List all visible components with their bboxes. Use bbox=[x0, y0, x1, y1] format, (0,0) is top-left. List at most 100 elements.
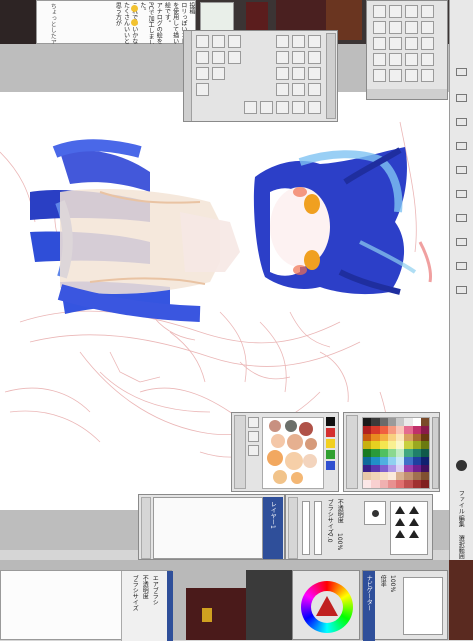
brush-tool-icon[interactable] bbox=[276, 83, 289, 96]
command-icon[interactable] bbox=[456, 118, 467, 126]
brush-tool-icon[interactable] bbox=[308, 67, 321, 80]
layer-panel: レイヤー1 bbox=[138, 494, 285, 560]
tool-icon[interactable] bbox=[389, 69, 402, 82]
swatch-grid[interactable] bbox=[362, 417, 430, 489]
emoji-icon[interactable] bbox=[131, 19, 138, 26]
color-triangle[interactable] bbox=[316, 596, 338, 616]
command-label-edit[interactable]: 編集 bbox=[457, 515, 464, 527]
brush-size-label: ブラシサイズ bbox=[326, 499, 334, 535]
top-left-dark-tab[interactable] bbox=[0, 0, 36, 44]
triangle-icon bbox=[409, 506, 419, 514]
tool-icon[interactable] bbox=[421, 53, 434, 66]
brush-tool-icon[interactable] bbox=[292, 51, 305, 64]
brush-tool-icon[interactable] bbox=[212, 51, 225, 64]
brush-tool-icon[interactable] bbox=[276, 67, 289, 80]
command-icon[interactable] bbox=[456, 166, 467, 174]
mix-tool-icon[interactable] bbox=[248, 445, 259, 456]
brush-tool-icon[interactable] bbox=[276, 35, 289, 48]
opacity-slider[interactable] bbox=[302, 501, 310, 555]
brush-size-value: 7.0 bbox=[326, 533, 334, 543]
command-icon[interactable] bbox=[456, 286, 467, 294]
palette-scrollbar[interactable] bbox=[326, 33, 336, 119]
tool-icon[interactable] bbox=[405, 5, 418, 18]
brush-tool-icon[interactable] bbox=[212, 67, 225, 80]
tool-label: 不透明度 bbox=[141, 575, 149, 599]
brush-tool-icon[interactable] bbox=[260, 101, 273, 114]
brush-tool-icon[interactable] bbox=[308, 51, 321, 64]
brush-tool-icon[interactable] bbox=[292, 101, 305, 114]
tool-icon[interactable] bbox=[373, 21, 386, 34]
tool-icon[interactable] bbox=[405, 21, 418, 34]
brush-tool-icon[interactable] bbox=[196, 51, 209, 64]
brush-tool-icon[interactable] bbox=[308, 101, 321, 114]
color-wheel[interactable] bbox=[301, 581, 353, 633]
tool-icon[interactable] bbox=[373, 53, 386, 66]
tool-icon[interactable] bbox=[421, 5, 434, 18]
command-icon[interactable] bbox=[456, 68, 467, 76]
command-label-file[interactable]: ファイル bbox=[457, 490, 464, 514]
brush-tip-grid[interactable] bbox=[390, 501, 428, 555]
tool-icon[interactable] bbox=[389, 21, 402, 34]
mix-tool-icon[interactable] bbox=[248, 417, 259, 428]
tool-icon[interactable] bbox=[421, 69, 434, 82]
brush-tool-icon[interactable] bbox=[276, 101, 289, 114]
tool-icon[interactable] bbox=[405, 69, 418, 82]
tool-icon[interactable] bbox=[405, 37, 418, 50]
brush-tool-icon[interactable] bbox=[212, 35, 225, 48]
mix-swatch[interactable] bbox=[326, 461, 335, 470]
layer-list[interactable] bbox=[153, 497, 263, 559]
command-icon[interactable] bbox=[456, 262, 467, 270]
tool-icon[interactable] bbox=[421, 37, 434, 50]
mix-swatch[interactable] bbox=[326, 439, 335, 448]
brush-tool-icon[interactable] bbox=[308, 83, 321, 96]
command-icon[interactable] bbox=[456, 190, 467, 198]
mix-swatch[interactable] bbox=[326, 450, 335, 459]
tool-icon[interactable] bbox=[389, 53, 402, 66]
tool-icon[interactable] bbox=[373, 37, 386, 50]
palette-bottom-bar bbox=[367, 89, 447, 99]
brush-tool-icon[interactable] bbox=[196, 67, 209, 80]
tool-icon[interactable] bbox=[373, 69, 386, 82]
command-icon[interactable] bbox=[456, 214, 467, 222]
tool-icon[interactable] bbox=[373, 5, 386, 18]
brush-tool-icon[interactable] bbox=[244, 101, 257, 114]
info-small-label: ちょっとしたアイコン一覧 bbox=[49, 3, 57, 75]
brush-tool-icon[interactable] bbox=[292, 35, 305, 48]
size-slider[interactable] bbox=[314, 501, 322, 555]
tool-icon[interactable] bbox=[421, 21, 434, 34]
bottom-thumb-red[interactable] bbox=[186, 588, 246, 640]
command-icon[interactable] bbox=[456, 238, 467, 246]
mix-swatch[interactable] bbox=[326, 417, 335, 426]
brush-tool-icon[interactable] bbox=[276, 51, 289, 64]
character-illustration bbox=[30, 139, 432, 322]
command-icon[interactable] bbox=[456, 142, 467, 150]
brush-shape-preview[interactable] bbox=[364, 501, 386, 525]
tool-icon[interactable] bbox=[389, 37, 402, 50]
command-icon[interactable] bbox=[456, 460, 467, 471]
navigator-thumb[interactable] bbox=[403, 577, 443, 635]
color-mixing-panel bbox=[231, 412, 339, 492]
mix-tool-icon[interactable] bbox=[248, 431, 259, 442]
brush-tool-icon[interactable] bbox=[292, 67, 305, 80]
brush-tool-icon[interactable] bbox=[292, 83, 305, 96]
bottom-dark-panel bbox=[246, 570, 292, 640]
layer-toolbar bbox=[141, 497, 151, 559]
emoji-icon[interactable] bbox=[131, 5, 138, 12]
command-icon[interactable] bbox=[456, 94, 467, 102]
brush-tool-icon[interactable] bbox=[228, 35, 241, 48]
paint-blob bbox=[267, 450, 283, 466]
info-line: た。 bbox=[138, 2, 146, 14]
brush-tool-icon[interactable] bbox=[196, 83, 209, 96]
tool-icon[interactable] bbox=[405, 53, 418, 66]
tool-icon[interactable] bbox=[389, 5, 402, 18]
mix-swatch[interactable] bbox=[326, 428, 335, 437]
mixing-canvas[interactable] bbox=[262, 417, 324, 489]
color-set-panel bbox=[343, 412, 440, 492]
command-label-selection[interactable]: 選択範囲 bbox=[457, 535, 464, 559]
brush-tool-icon[interactable] bbox=[196, 35, 209, 48]
triangle-icon bbox=[395, 518, 405, 526]
color-set-scrollbar[interactable] bbox=[432, 417, 439, 489]
brush-tool-icon[interactable] bbox=[308, 35, 321, 48]
brush-settings-panel: ブラシサイズ 7.0 不透明度 100% bbox=[285, 494, 433, 560]
brush-tool-icon[interactable] bbox=[228, 51, 241, 64]
